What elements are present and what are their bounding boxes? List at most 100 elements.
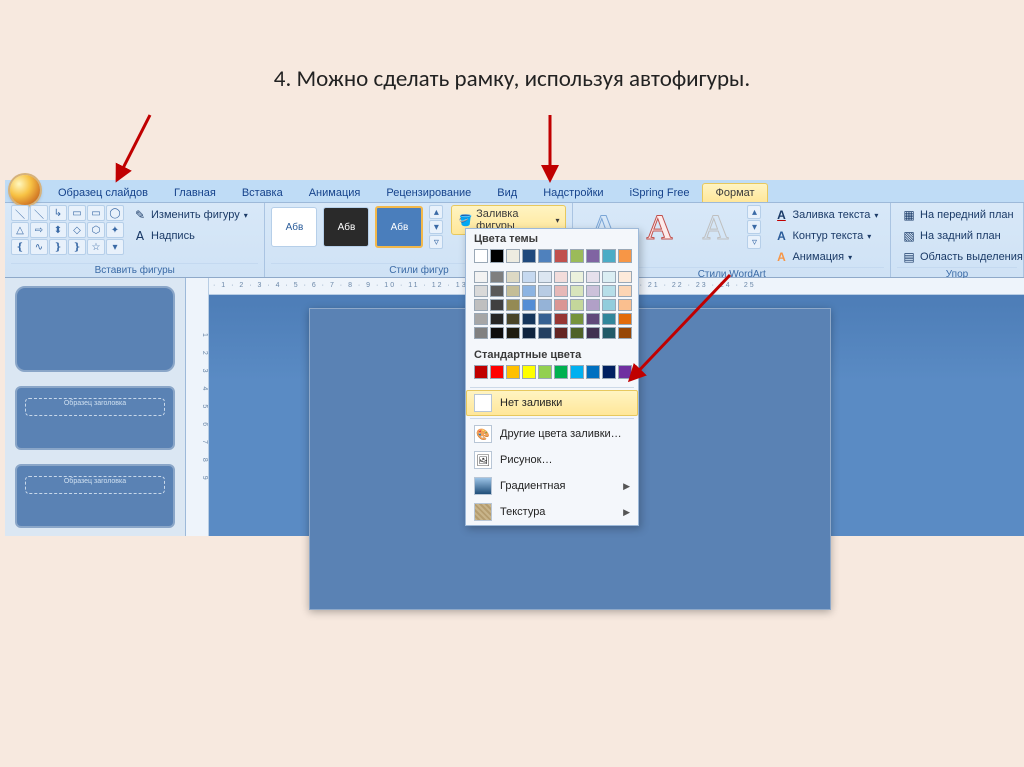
gallery-down-icon[interactable]: ▾ [429,220,443,234]
color-swatch[interactable] [554,285,568,297]
shape-hex-icon[interactable]: ⬡ [87,222,105,238]
tab-format[interactable]: Формат [702,183,767,202]
tab-insert[interactable]: Вставка [229,183,296,202]
color-swatch[interactable] [506,365,520,379]
color-swatch[interactable] [538,249,552,263]
more-colors-item[interactable]: 🎨 Другие цвета заливки… [466,421,638,447]
tab-animation[interactable]: Анимация [296,183,374,202]
color-swatch[interactable] [538,299,552,311]
no-fill-item[interactable]: Нет заливки [466,390,638,416]
slide-thumbnails-panel[interactable] [5,278,186,536]
color-swatch[interactable] [618,313,632,325]
shape-brace-icon[interactable]: ❵ [49,239,67,255]
color-swatch[interactable] [538,271,552,283]
color-swatch[interactable] [602,271,616,283]
color-swatch[interactable] [554,271,568,283]
color-swatch[interactable] [538,313,552,325]
shape-style-thumb[interactable]: Абв [323,207,369,247]
shape-fill-dropdown[interactable]: Цвета темы Стандартные цвета Нет заливки… [465,228,639,526]
picture-fill-item[interactable]: 🖼 Рисунок… [466,447,638,473]
tab-ispring[interactable]: iSpring Free [617,183,703,202]
shape-arrow-icon[interactable]: ⇨ [30,222,48,238]
color-swatch[interactable] [618,271,632,283]
color-swatch[interactable] [506,285,520,297]
tab-view[interactable]: Вид [484,183,530,202]
send-back-button[interactable]: ▧ На задний план [897,226,1024,246]
color-swatch[interactable] [538,365,552,379]
gallery-up-icon[interactable]: ▴ [747,205,761,219]
shape-style-thumb[interactable]: Абв [271,207,317,247]
color-swatch[interactable] [586,271,600,283]
shape-rect-icon[interactable]: ▭ [68,205,86,221]
color-swatch[interactable] [490,285,504,297]
color-swatch[interactable] [618,365,632,379]
color-swatch[interactable] [474,327,488,339]
color-swatch[interactable] [586,365,600,379]
color-swatch[interactable] [474,249,488,263]
color-swatch[interactable] [618,299,632,311]
color-swatch[interactable] [490,327,504,339]
shape-diamond-icon[interactable]: ◇ [68,222,86,238]
color-swatch[interactable] [570,299,584,311]
office-button[interactable] [10,175,40,205]
shapes-gallery[interactable]: ＼ ＼ ↳ ▭ ▭ ◯ △ ⇨ ⬍ ◇ ⬡ ✦ ❴ ∿ ❵ ❵ ☆ [11,205,124,255]
color-swatch[interactable] [474,299,488,311]
shape-arrow-icon[interactable]: ⬍ [49,222,67,238]
layout-thumbnail[interactable] [15,386,175,450]
color-swatch[interactable] [570,313,584,325]
color-swatch[interactable] [506,249,520,263]
color-swatch[interactable] [602,285,616,297]
color-swatch[interactable] [570,285,584,297]
edit-shape-button[interactable]: ✎ Изменить фигуру ▾ [128,205,253,225]
shape-oval-icon[interactable]: ◯ [106,205,124,221]
color-swatch[interactable] [474,271,488,283]
color-swatch[interactable] [586,285,600,297]
color-swatch[interactable] [522,313,536,325]
color-swatch[interactable] [602,299,616,311]
color-swatch[interactable] [490,365,504,379]
shape-brace-icon[interactable]: ❴ [11,239,29,255]
color-swatch[interactable] [522,365,536,379]
color-swatch[interactable] [586,313,600,325]
color-swatch[interactable] [554,327,568,339]
color-swatch[interactable] [522,271,536,283]
color-swatch[interactable] [618,327,632,339]
color-swatch[interactable] [506,327,520,339]
tab-addins[interactable]: Надстройки [530,183,616,202]
color-swatch[interactable] [474,365,488,379]
tab-slide-master[interactable]: Образец слайдов [45,183,161,202]
gradient-fill-item[interactable]: Градиентная ▶ [466,473,638,499]
color-swatch[interactable] [474,285,488,297]
selection-pane-button[interactable]: ▤ Область выделения [897,247,1024,267]
color-swatch[interactable] [618,249,632,263]
shape-style-gallery[interactable]: Абв Абв Абв ▴ ▾ ▿ [271,205,443,249]
color-swatch[interactable] [570,327,584,339]
text-effects-button[interactable]: A Анимация ▾ [769,247,883,267]
gallery-more-icon[interactable]: ▿ [429,235,443,249]
color-swatch[interactable] [570,249,584,263]
color-swatch[interactable] [586,299,600,311]
shape-connector-icon[interactable]: ↳ [49,205,67,221]
color-swatch[interactable] [602,327,616,339]
shape-triangle-icon[interactable]: △ [11,222,29,238]
slide-thumbnail[interactable] [15,286,175,372]
shape-line-icon[interactable]: ＼ [11,205,29,221]
color-swatch[interactable] [506,313,520,325]
color-swatch[interactable] [554,249,568,263]
shape-curve-icon[interactable]: ∿ [30,239,48,255]
color-swatch[interactable] [570,271,584,283]
text-outline-button[interactable]: A Контур текста ▾ [769,226,883,246]
color-swatch[interactable] [490,271,504,283]
color-swatch[interactable] [554,299,568,311]
color-swatch[interactable] [522,249,536,263]
shape-star-icon[interactable]: ☆ [87,239,105,255]
color-swatch[interactable] [506,271,520,283]
color-swatch[interactable] [522,327,536,339]
color-swatch[interactable] [490,313,504,325]
color-swatch[interactable] [602,313,616,325]
gallery-up-icon[interactable]: ▴ [429,205,443,219]
color-swatch[interactable] [570,365,584,379]
color-swatch[interactable] [602,249,616,263]
shape-more-icon[interactable]: ▾ [106,239,124,255]
color-swatch[interactable] [474,313,488,325]
